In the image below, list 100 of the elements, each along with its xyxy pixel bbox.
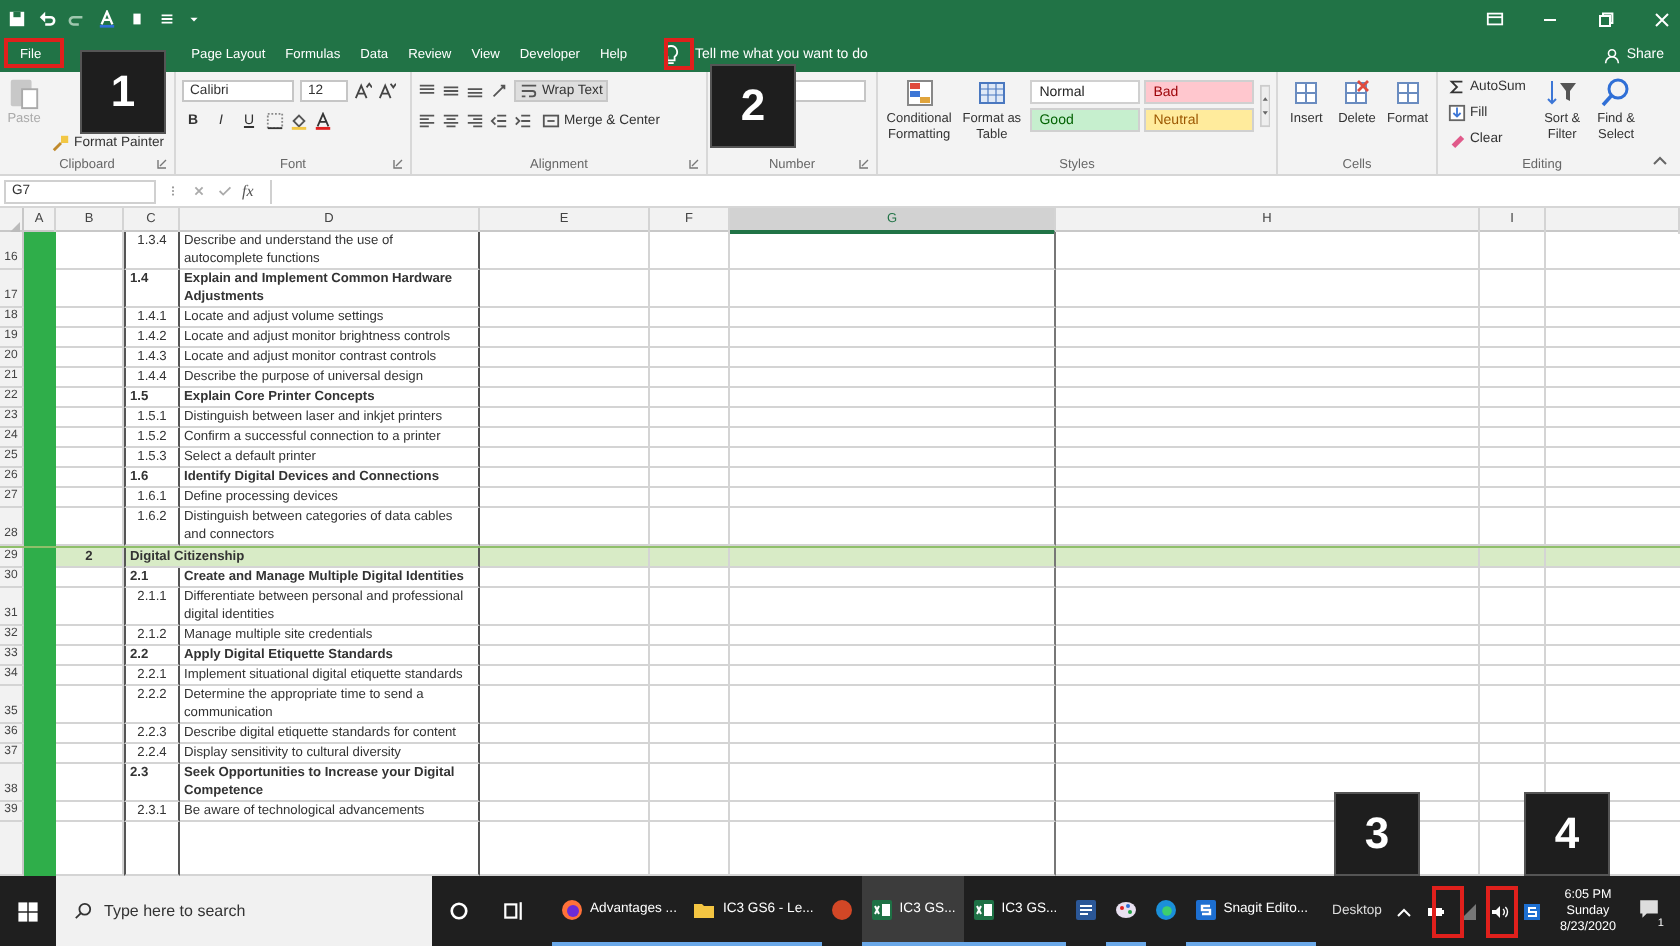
empty-cell: [1480, 328, 1546, 348]
windows-icon[interactable]: [16, 899, 40, 923]
font-color-icon[interactable]: [314, 112, 332, 130]
triangle-icon: [10, 222, 20, 232]
empty-cell: [650, 348, 730, 368]
align-left-icon[interactable]: [418, 112, 436, 130]
filled-cell: [24, 548, 56, 568]
empty-cell: [650, 724, 730, 744]
app-tray-icon[interactable]: [1521, 901, 1542, 921]
empty-cell: [650, 408, 730, 428]
number-format-field[interactable]: [794, 80, 866, 102]
align-bottom-icon[interactable]: [466, 82, 484, 100]
empty-cell: [650, 468, 730, 488]
browser-icon: [1153, 897, 1178, 921]
align-center-icon[interactable]: [442, 112, 460, 130]
empty-cell: [650, 686, 730, 724]
spreadsheet-icon: [971, 897, 996, 921]
list-icon[interactable]: [158, 10, 176, 28]
dialog-launcher-icon[interactable]: [858, 158, 870, 170]
fill-color-icon[interactable]: [290, 112, 308, 130]
empty-cell: [650, 308, 730, 328]
undo-icon[interactable]: [38, 10, 56, 28]
check-icon[interactable]: [216, 182, 234, 200]
highlight-frame: [1486, 886, 1518, 938]
eraser-icon: [1448, 130, 1466, 148]
empty-cell: [1480, 408, 1546, 428]
number-callout: 2: [710, 64, 796, 148]
dialog-launcher-icon[interactable]: [688, 158, 700, 170]
empty-cell: [650, 428, 730, 448]
orientation-icon[interactable]: [490, 82, 508, 100]
close-icon[interactable]: [1652, 9, 1672, 29]
decrease-indent-icon[interactable]: [490, 112, 508, 130]
empty-cell: [1480, 724, 1546, 744]
fill-down-icon: [1448, 104, 1466, 122]
table-icon: [975, 76, 1008, 110]
filled-cell: [24, 508, 56, 546]
highlight-frame: [4, 38, 64, 68]
empty-cell: [650, 388, 730, 408]
document-icon: [1073, 897, 1098, 921]
search-icon: [74, 902, 92, 920]
search-field[interactable]: Type here to search: [56, 876, 432, 946]
increase-indent-icon[interactable]: [514, 112, 532, 130]
borders-icon[interactable]: [266, 112, 284, 130]
shrink-font-icon[interactable]: [378, 82, 396, 100]
align-middle-icon[interactable]: [442, 82, 460, 100]
presentation-icon: [829, 897, 854, 921]
brush-icon: [52, 134, 71, 152]
empty-cell: [650, 270, 730, 308]
empty-cell: [1480, 468, 1546, 488]
empty-cell: [1480, 686, 1546, 724]
empty-cell: [650, 232, 730, 270]
magnifier-icon: [1600, 76, 1633, 110]
empty-cell: [650, 588, 730, 626]
wrap-icon: [520, 82, 538, 100]
filled-cell: [24, 822, 56, 876]
empty-cell: [1480, 568, 1546, 588]
empty-cell: [650, 666, 730, 686]
empty-cell: [650, 626, 730, 646]
circle-icon[interactable]: [448, 900, 470, 922]
empty-cell: [650, 368, 730, 388]
number-callout: 3: [1334, 792, 1420, 876]
dialog-launcher-icon[interactable]: [156, 158, 168, 170]
empty-cell: [1480, 348, 1546, 368]
empty-cell: [1480, 270, 1546, 308]
gallery-scroll-icon[interactable]: [1259, 80, 1270, 132]
browser-icon: [560, 897, 584, 921]
empty-cell: [650, 802, 730, 822]
highlight-frame: [664, 38, 694, 70]
task-view-icon[interactable]: [502, 900, 524, 922]
dialog-launcher-icon[interactable]: [392, 158, 404, 170]
merge-icon: [542, 112, 560, 130]
person-icon: [1604, 47, 1621, 63]
number-callout: 4: [1524, 792, 1610, 876]
empty-cell: [1480, 232, 1546, 270]
empty-cell: [1480, 626, 1546, 646]
highlight-frame: [1432, 886, 1464, 938]
empty-cell: [650, 744, 730, 764]
empty-cell: [1480, 448, 1546, 468]
redo-icon[interactable]: [68, 10, 86, 28]
align-right-icon[interactable]: [466, 112, 484, 130]
empty-cell: [1480, 428, 1546, 448]
notification-icon[interactable]: [1637, 898, 1660, 920]
empty-cell: [1480, 744, 1546, 764]
empty-cell: [1480, 588, 1546, 626]
volume-icon[interactable]: [1489, 901, 1510, 921]
grow-font-icon[interactable]: [354, 82, 372, 100]
ribbon-display-icon[interactable]: [1486, 10, 1504, 28]
empty-cell: [650, 328, 730, 348]
app-icon: [1193, 897, 1218, 921]
restore-icon[interactable]: [1596, 9, 1616, 29]
align-top-icon[interactable]: [418, 82, 436, 100]
number-callout: 1: [80, 50, 166, 134]
insert-function-button[interactable]: fx: [242, 182, 254, 200]
palette-icon: [1113, 897, 1138, 921]
empty-cell: [650, 488, 730, 508]
save-icon[interactable]: [8, 10, 26, 28]
empty-cell: [650, 646, 730, 666]
filled-cell: [24, 232, 56, 270]
collapse-ribbon-icon[interactable]: [1652, 154, 1668, 166]
empty-cell: [650, 764, 730, 802]
